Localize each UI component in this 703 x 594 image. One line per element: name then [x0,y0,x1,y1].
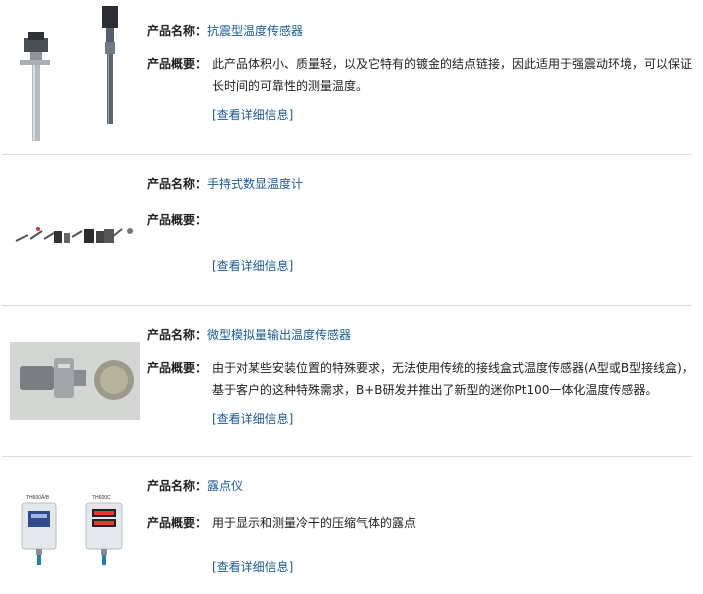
product-name-link[interactable]: 抗震型温度传感器 [207,24,303,38]
product-summary-label-row: 产品概要： [147,211,207,229]
product-image[interactable] [10,314,140,446]
product-summary-label: 产品概要： [147,213,208,227]
device-label-c: TH600C [92,495,111,501]
product-name-row: 产品名称：手持式数显温度计 [147,175,303,193]
product-name-row: 产品名称：微型模拟量输出温度传感器 [147,326,351,344]
product-summary-label-row: 产品概要： [147,55,207,73]
view-details-link[interactable]: [查看详细信息] [212,106,293,124]
product-summary-label: 产品概要： [147,57,208,71]
product-name-link[interactable]: 露点仪 [207,479,243,493]
product-name-label: 产品名称： [147,479,208,493]
product-name-label: 产品名称： [147,24,208,38]
temperature-probe-icon [20,6,118,141]
product-summary-label: 产品概要： [147,516,208,530]
product-item: 产品名称：手持式数显温度计 产品概要： [查看详细信息] [0,155,692,306]
product-item: 产品名称：抗震型温度传感器 产品概要： 此产品体积小、质量轻，以及它特有的镀金的… [0,0,692,155]
product-name-label: 产品名称： [147,328,208,342]
thermometer-probes-icon [15,227,133,243]
product-item: TH600A/B TH600C 产品名称：露点仪 产品概要： 用于显示和测量冷干… [0,457,692,594]
view-details-link[interactable]: [查看详细信息] [212,558,293,576]
view-details-link[interactable]: [查看详细信息] [212,410,293,428]
product-summary-text: 用于显示和测量冷干的压缩气体的露点 [212,516,417,530]
mini-sensor-icon [10,342,140,420]
product-summary-text: 由于对某些安装位置的特殊要求，无法使用传统的接线盒式温度传感器(A型或B型接线盒… [212,361,694,397]
dewpoint-meter-icon: TH600A/B TH600C [21,495,123,565]
product-name-link[interactable]: 手持式数显温度计 [207,177,303,191]
product-name-label: 产品名称： [147,177,208,191]
product-summary-label: 产品概要： [147,361,208,375]
product-summary-text: 此产品体积小、质量轻，以及它特有的镀金的结点链接，因此适用于强震动环境，可以保证… [212,57,693,93]
product-name-row: 产品名称：抗震型温度传感器 [147,22,303,40]
product-name-row: 产品名称：露点仪 [147,477,243,495]
product-image[interactable]: TH600A/B TH600C [12,463,140,573]
product-item: 产品名称：微型模拟量输出温度传感器 产品概要： 由于对某些安装位置的特殊要求，无… [0,306,694,457]
product-summary-label-row: 产品概要： [147,514,207,532]
device-label-a: TH600A/B [26,495,50,501]
product-summary-label-row: 产品概要： [147,359,207,377]
product-image[interactable] [10,4,142,141]
view-details-link[interactable]: [查看详细信息] [212,257,293,275]
product-name-link[interactable]: 微型模拟量输出温度传感器 [207,328,351,342]
product-image[interactable] [8,163,140,295]
